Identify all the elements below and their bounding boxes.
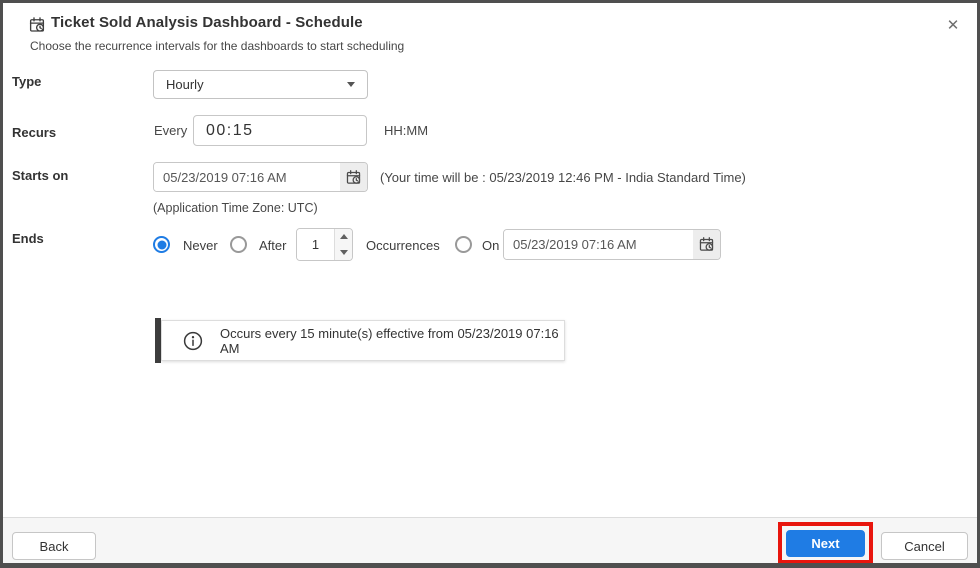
chevron-down-icon <box>347 82 355 87</box>
occurrences-stepper <box>296 228 353 261</box>
stepper-down-icon[interactable] <box>335 245 352 261</box>
dialog-footer: Back Next Cancel <box>3 517 977 563</box>
stepper-up-icon[interactable] <box>335 229 352 245</box>
stepper-buttons <box>334 229 352 260</box>
cancel-button[interactable]: Cancel <box>881 532 968 560</box>
ends-on-date-input[interactable] <box>504 230 693 259</box>
ends-never-radio[interactable] <box>153 236 170 253</box>
ends-on-calendar-icon[interactable] <box>693 230 720 259</box>
every-label: Every <box>154 123 188 138</box>
type-dropdown[interactable]: Hourly <box>153 70 368 99</box>
next-button[interactable]: Next <box>786 529 865 557</box>
ends-after-label[interactable]: After <box>259 238 286 253</box>
ends-on-field <box>503 229 721 260</box>
hhmm-hint: HH:MM <box>384 123 429 138</box>
info-icon <box>183 331 203 351</box>
type-label: Type <box>12 74 42 89</box>
next-button-highlight: Next <box>778 522 873 563</box>
back-button[interactable]: Back <box>12 532 96 560</box>
starts-on-calendar-icon[interactable] <box>340 163 367 191</box>
recurs-interval-input[interactable] <box>193 115 367 146</box>
close-icon[interactable]: ✕ <box>941 13 965 37</box>
ends-after-radio[interactable] <box>230 236 247 253</box>
dialog-title: Ticket Sold Analysis Dashboard - Schedul… <box>51 14 363 31</box>
type-dropdown-value: Hourly <box>166 77 204 92</box>
occurrences-label: Occurrences <box>366 238 440 253</box>
ends-on-label[interactable]: On <box>482 238 499 253</box>
ends-on-radio[interactable] <box>455 236 472 253</box>
recurs-label: Recurs <box>12 125 57 140</box>
local-time-note: (Your time will be : 05/23/2019 12:46 PM… <box>380 170 746 185</box>
starts-on-field <box>153 162 368 192</box>
ends-label: Ends <box>12 231 44 246</box>
ends-never-label[interactable]: Never <box>183 238 218 253</box>
recurrence-summary-text: Occurs every 15 minute(s) effective from… <box>220 325 559 356</box>
schedule-calendar-clock-icon <box>28 16 46 34</box>
starts-on-input[interactable] <box>154 163 340 191</box>
dialog-subtitle: Choose the recurrence intervals for the … <box>30 39 405 53</box>
starts-on-label: Starts on <box>12 168 69 183</box>
occurrences-input[interactable] <box>297 229 334 260</box>
recurrence-summary-box: Occurs every 15 minute(s) effective from… <box>161 320 565 361</box>
app-timezone-note: (Application Time Zone: UTC) <box>153 201 318 215</box>
schedule-dialog: Ticket Sold Analysis Dashboard - Schedul… <box>0 0 980 568</box>
